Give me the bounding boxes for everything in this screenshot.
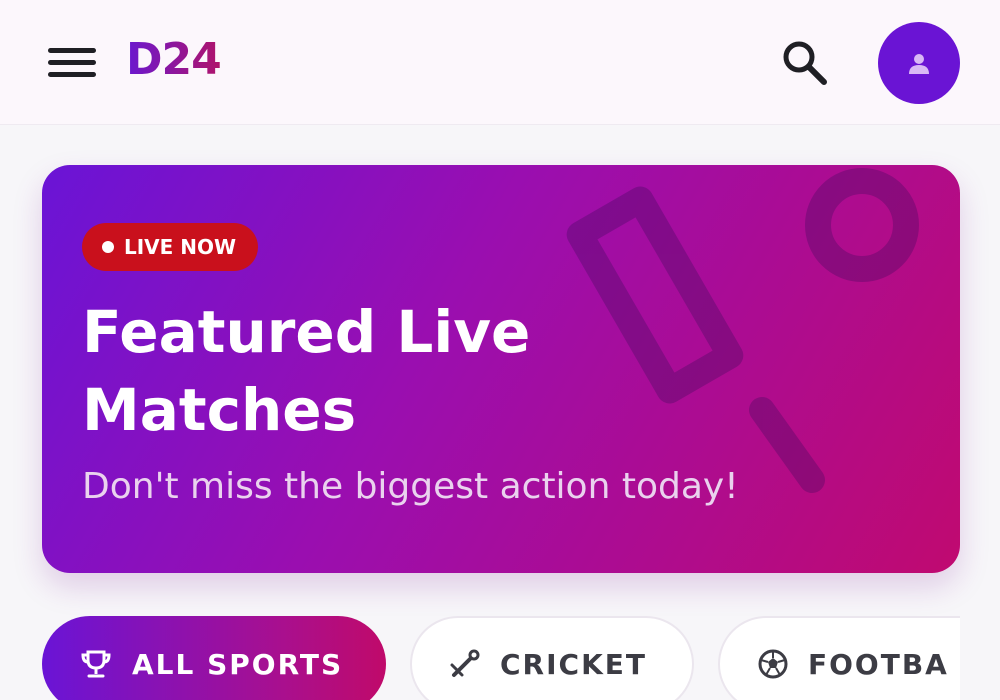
chip-label: FOOTBA <box>808 647 949 681</box>
live-badge-label: LIVE NOW <box>124 235 237 259</box>
sports-filter-chips: ALL SPORTS CRICKET FOOTBA <box>42 616 960 700</box>
chip-football[interactable]: FOOTBA <box>718 616 960 700</box>
hero-title: Featured Live Matches <box>82 298 531 444</box>
chip-all-sports[interactable]: ALL SPORTS <box>42 616 386 700</box>
featured-live-banner[interactable]: LIVE NOW Featured Live Matches Don't mis… <box>42 165 960 573</box>
hamburger-menu-icon[interactable] <box>48 44 96 80</box>
search-icon[interactable] <box>778 36 832 90</box>
soccer-ball-icon <box>758 649 788 679</box>
live-now-badge: LIVE NOW <box>82 223 259 271</box>
hero-subtitle: Don't miss the biggest action today! <box>82 466 739 507</box>
top-app-bar: D24 <box>0 0 1000 125</box>
chip-label: ALL SPORTS <box>132 647 344 681</box>
profile-avatar-button[interactable] <box>878 22 960 104</box>
app-logo[interactable]: D24 <box>126 34 222 85</box>
chip-cricket[interactable]: CRICKET <box>410 616 694 700</box>
trophy-icon <box>81 650 111 678</box>
user-icon <box>909 54 929 74</box>
chip-label: CRICKET <box>500 647 647 681</box>
cricket-icon <box>450 649 480 677</box>
live-dot-icon <box>102 241 114 253</box>
